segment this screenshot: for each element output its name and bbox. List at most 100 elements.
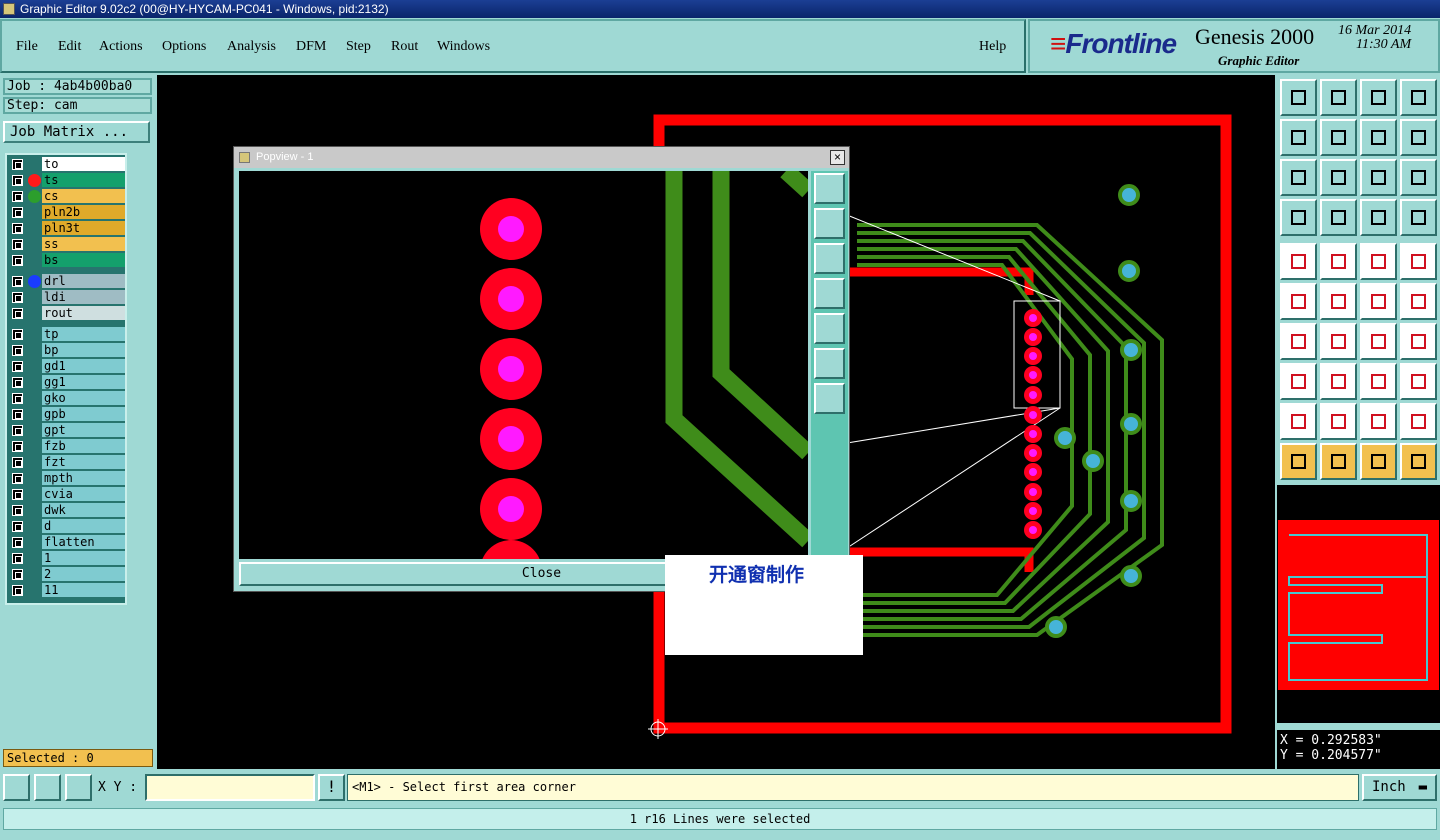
layer-row[interactable]: bp: [9, 343, 125, 358]
layer-row[interactable]: ts: [9, 173, 125, 188]
layer-name[interactable]: bp: [42, 343, 125, 358]
layer-checkbox[interactable]: [12, 505, 23, 516]
layer-checkbox[interactable]: [12, 521, 23, 532]
xy-input[interactable]: [145, 774, 315, 801]
pan-right-icon[interactable]: [1320, 119, 1357, 156]
edit-mode-icon[interactable]: [1320, 243, 1357, 280]
snap-mode-icon[interactable]: [3, 774, 30, 801]
select-arrow-icon[interactable]: [1280, 443, 1317, 480]
layer-checkbox[interactable]: [12, 441, 23, 452]
copy-layer-icon[interactable]: [1400, 363, 1437, 400]
pan-left-icon[interactable]: [1280, 119, 1317, 156]
units-select[interactable]: Inch ▬: [1362, 774, 1437, 801]
layer-name[interactable]: gpt: [42, 423, 125, 438]
layer-name[interactable]: fzt: [42, 455, 125, 470]
layer-row[interactable]: tp: [9, 327, 125, 342]
arc-icon[interactable]: [1360, 323, 1397, 360]
popview-zoom-fit-icon[interactable]: [814, 173, 845, 204]
layer-name[interactable]: d: [42, 519, 125, 534]
delete-icon[interactable]: [1320, 283, 1357, 320]
layer-row[interactable]: d: [9, 519, 125, 534]
redraw-icon[interactable]: [1400, 119, 1437, 156]
layer-row[interactable]: gpb: [9, 407, 125, 422]
layer-checkbox[interactable]: [12, 537, 23, 548]
select-dot-icon[interactable]: [1400, 243, 1437, 280]
popview-zoom-out-icon[interactable]: [814, 348, 845, 379]
layer-row[interactable]: pln3t: [9, 221, 125, 236]
layer-row[interactable]: pln2b: [9, 205, 125, 220]
layer-checkbox[interactable]: [12, 393, 23, 404]
layer-row[interactable]: rout: [9, 306, 125, 321]
layer-checkbox[interactable]: [12, 473, 23, 484]
popview-zoom-in-icon[interactable]: [814, 383, 845, 414]
settings-icon[interactable]: [1280, 199, 1317, 236]
layer-checkbox[interactable]: [12, 159, 23, 170]
layer-name[interactable]: pln2b: [42, 205, 125, 220]
layer-checkbox[interactable]: [12, 409, 23, 420]
cross-icon[interactable]: [1400, 403, 1437, 440]
snap-pad-icon[interactable]: [1280, 363, 1317, 400]
layer-checkbox[interactable]: [12, 329, 23, 340]
layer-name[interactable]: gd1: [42, 359, 125, 374]
popview-pan-left-icon[interactable]: [814, 278, 845, 309]
menu-rout[interactable]: Rout: [391, 39, 418, 55]
layer-name[interactable]: drl: [42, 274, 125, 289]
layer-name[interactable]: to: [42, 157, 125, 172]
scale-1-2-icon[interactable]: [1360, 159, 1397, 196]
menu-file[interactable]: File: [16, 39, 38, 55]
layer-display-icon[interactable]: [1360, 199, 1397, 236]
menu-dfm[interactable]: DFM: [296, 39, 326, 55]
layer-name[interactable]: rout: [42, 306, 125, 321]
job-matrix-button[interactable]: Job Matrix ...: [3, 121, 150, 143]
layer-name[interactable]: gko: [42, 391, 125, 406]
text-icon[interactable]: [1400, 323, 1437, 360]
layer-row[interactable]: drl: [9, 274, 125, 289]
layer-compare-icon[interactable]: [1400, 199, 1437, 236]
layer-checkbox[interactable]: [12, 239, 23, 250]
polygon-icon[interactable]: [1320, 403, 1357, 440]
popview-canvas[interactable]: [239, 171, 808, 559]
layer-row[interactable]: 2: [9, 567, 125, 582]
layer-row[interactable]: gko: [9, 391, 125, 406]
layer-checkbox[interactable]: [12, 175, 23, 186]
triangle-icon[interactable]: [1280, 403, 1317, 440]
layer-row[interactable]: fzt: [9, 455, 125, 470]
layer-checkbox[interactable]: [12, 377, 23, 388]
help-icon[interactable]: [1400, 159, 1437, 196]
layer-name[interactable]: 11: [42, 583, 125, 598]
layer-checkbox[interactable]: [12, 457, 23, 468]
menu-actions[interactable]: Actions: [99, 39, 143, 55]
alert-icon[interactable]: !: [318, 774, 345, 801]
popview-pan-up-icon[interactable]: [814, 208, 845, 239]
center-icon[interactable]: [1320, 159, 1357, 196]
menu-help[interactable]: Help: [979, 39, 1006, 55]
connect-icon[interactable]: [1280, 283, 1317, 320]
surface-icon[interactable]: [1360, 403, 1397, 440]
layer-row[interactable]: 1: [9, 551, 125, 566]
layer-row[interactable]: ss: [9, 237, 125, 252]
layer-checkbox[interactable]: [12, 276, 23, 287]
move-icon[interactable]: [1360, 283, 1397, 320]
layer-name[interactable]: mpth: [42, 471, 125, 486]
dimension-icon[interactable]: [1360, 363, 1397, 400]
angle-icon[interactable]: [1280, 323, 1317, 360]
layer-name[interactable]: ldi: [42, 290, 125, 305]
layer-row[interactable]: to: [9, 157, 125, 172]
layer-checkbox[interactable]: [12, 553, 23, 564]
popview-pan-right-icon[interactable]: [814, 313, 845, 344]
layer-checkbox[interactable]: [12, 255, 23, 266]
layer-checkbox[interactable]: [12, 223, 23, 234]
layer-name[interactable]: pln3t: [42, 221, 125, 236]
layer-checkbox[interactable]: [12, 489, 23, 500]
layer-row[interactable]: ldi: [9, 290, 125, 305]
layer-checkbox[interactable]: [12, 207, 23, 218]
layer-name[interactable]: gg1: [42, 375, 125, 390]
layer-row[interactable]: mpth: [9, 471, 125, 486]
grid-snap-icon[interactable]: [65, 774, 92, 801]
layer-name[interactable]: gpb: [42, 407, 125, 422]
line-icon[interactable]: [1320, 323, 1357, 360]
layer-row[interactable]: bs: [9, 253, 125, 268]
menu-edit[interactable]: Edit: [58, 39, 81, 55]
new-window-icon[interactable]: [1280, 79, 1317, 116]
layer-name[interactable]: cs: [42, 189, 125, 204]
